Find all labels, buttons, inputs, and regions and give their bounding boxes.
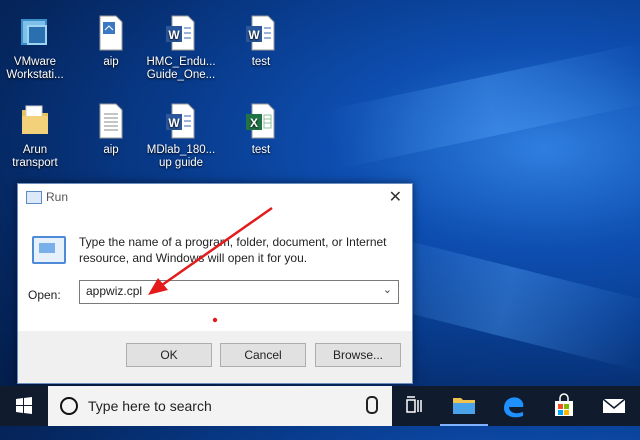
file-explorer-icon[interactable] [440, 386, 488, 426]
task-view-icon[interactable] [390, 386, 438, 426]
store-icon[interactable] [540, 386, 588, 426]
search-placeholder: Type here to search [88, 398, 212, 414]
annotation-dot [212, 317, 218, 323]
search-box[interactable]: Type here to search [48, 386, 392, 426]
edge-icon[interactable] [490, 386, 538, 426]
cortana-icon [60, 397, 78, 415]
mail-icon[interactable] [590, 386, 638, 426]
start-button[interactable] [0, 386, 48, 426]
windows-logo-icon [16, 397, 32, 414]
microphone-icon[interactable] [366, 396, 378, 414]
taskbar: Type here to search [0, 386, 640, 426]
annotation-arrow [148, 206, 273, 323]
